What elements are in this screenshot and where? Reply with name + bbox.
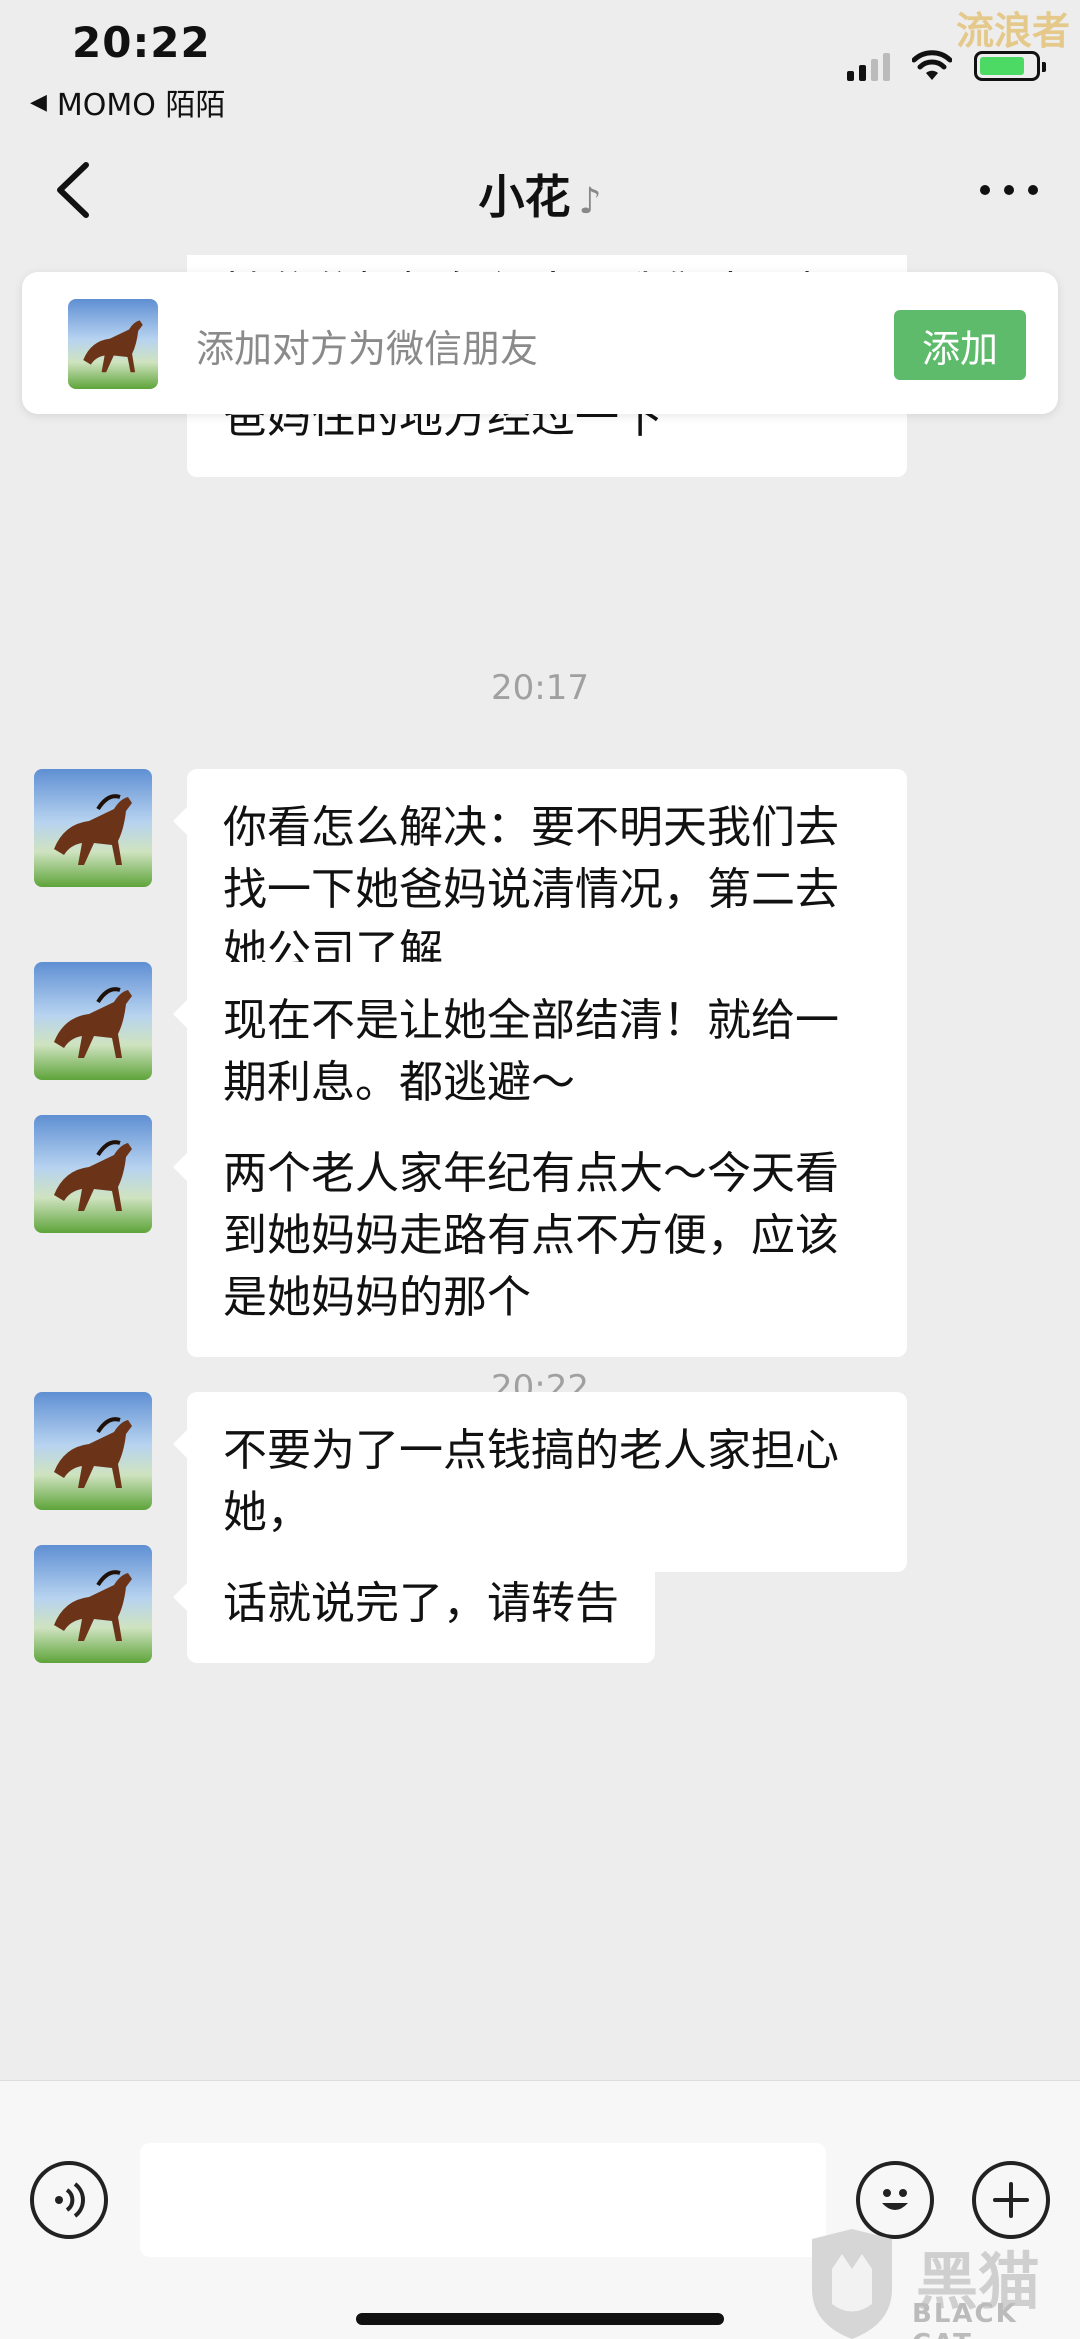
emoji-button[interactable] [856,2161,934,2239]
nav-bar: 小花 ♪ [0,125,1080,255]
horse-avatar-image [54,794,132,865]
chat-area[interactable]: 她爸爸妈妈年纪大了我们也不想上他家。经过我们了解也经过她爸妈住的地方经过一下 2… [0,255,1080,2080]
avatar[interactable] [34,1392,152,1510]
emoji-icon [882,2189,908,2210]
signal-icon [847,51,890,81]
time-separator: 20:17 [491,668,589,708]
avatar[interactable] [34,1115,152,1233]
home-indicator[interactable] [356,2313,724,2325]
back-to-app-link[interactable]: ◀ MOMO 陌陌 [30,80,225,124]
status-bar: 20:22 ◀ MOMO 陌陌 流浪者 [0,0,1080,125]
message-bubble[interactable]: 两个老人家年纪有点大～今天看到她妈妈走路有点不方便，应该是她妈妈的那个 [173,1115,907,1357]
avatar[interactable] [34,769,152,887]
horse-avatar-image [54,1140,132,1211]
avatar[interactable] [68,299,158,389]
voice-icon [55,2182,85,2218]
horse-avatar-image [54,987,132,1058]
input-bar: 黑猫 BLACK CAT [0,2080,1080,2339]
cat-shield-icon [812,2229,892,2339]
add-friend-button[interactable]: 添加 [894,310,1026,380]
horse-avatar-image [83,320,143,373]
add-friend-prompt: 添加对方为微信朋友 [196,327,539,371]
battery-icon [974,51,1046,81]
back-triangle-icon: ◀ [30,89,47,115]
voice-input-button[interactable] [30,2161,108,2239]
contact-name: 小花 [478,170,571,224]
horse-avatar-image [54,1570,132,1641]
wifi-icon [912,50,952,80]
avatar[interactable] [34,962,152,1080]
ear-icon: ♪ [578,181,602,222]
message-input[interactable] [140,2143,826,2257]
plus-icon [993,2182,1029,2218]
more-options-button[interactable] [974,155,1044,225]
more-functions-button[interactable] [972,2161,1050,2239]
blackcat-en: BLACK CAT [912,2299,1018,2339]
status-time: 20:22 [72,18,211,67]
horse-avatar-image [54,1417,132,1488]
back-app-label: MOMO 陌陌 [56,88,226,123]
watermark-text: 流浪者 [955,9,1070,53]
message-bubble[interactable]: 话就说完了，请转告 [173,1545,655,1663]
chat-title: 小花 ♪ [0,161,1080,227]
avatar[interactable] [34,1545,152,1663]
add-friend-banner: 添加对方为微信朋友 添加 [22,272,1058,414]
blackcat-watermark: 黑猫 BLACK CAT [802,2229,1072,2339]
